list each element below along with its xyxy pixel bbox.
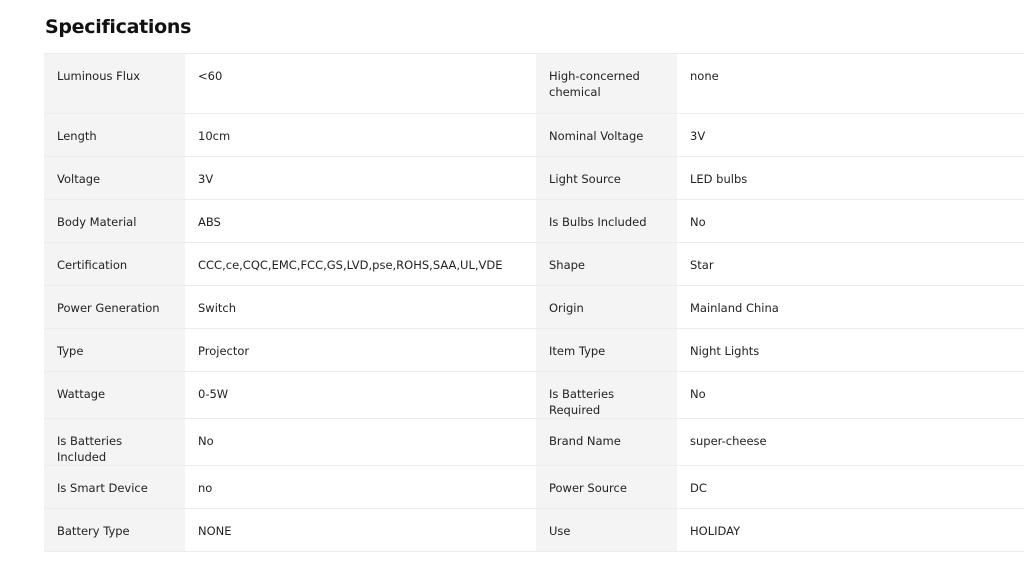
spec-label: Light Source — [536, 156, 677, 200]
spec-label: Use — [536, 508, 677, 552]
specifications-table: Luminous Flux <60 High-concerned chemica… — [44, 53, 1024, 552]
spec-value: no — [185, 465, 536, 509]
table-row: Battery Type NONE Use HOLIDAY — [44, 508, 1024, 552]
spec-value: super-cheese — [677, 418, 1024, 466]
table-row: Body Material ABS Is Bulbs Included No — [44, 199, 1024, 243]
spec-value: none — [677, 53, 1024, 114]
page-title: Specifications — [45, 16, 192, 38]
spec-label: Length — [44, 113, 185, 157]
spec-value: Star — [677, 242, 1024, 286]
spec-value: <60 — [185, 53, 536, 114]
spec-value: Projector — [185, 328, 536, 372]
spec-label: Battery Type — [44, 508, 185, 552]
spec-value: DC — [677, 465, 1024, 509]
spec-label: Origin — [536, 285, 677, 329]
spec-label: Brand Name — [536, 418, 677, 466]
table-row: Power Generation Switch Origin Mainland … — [44, 285, 1024, 329]
spec-label: Certification — [44, 242, 185, 286]
spec-label: Type — [44, 328, 185, 372]
spec-label: Shape — [536, 242, 677, 286]
spec-value: 3V — [677, 113, 1024, 157]
spec-label: Body Material — [44, 199, 185, 243]
specifications-page: Specifications Luminous Flux <60 High-co… — [0, 0, 1024, 567]
spec-value: Switch — [185, 285, 536, 329]
spec-label: Is Bulbs Included — [536, 199, 677, 243]
spec-label: Power Generation — [44, 285, 185, 329]
table-row: Length 10cm Nominal Voltage 3V — [44, 113, 1024, 157]
spec-value: NONE — [185, 508, 536, 552]
table-row: Is Batteries Included No Brand Name supe… — [44, 418, 1024, 466]
table-row: Luminous Flux <60 High-concerned chemica… — [44, 53, 1024, 114]
spec-value: Night Lights — [677, 328, 1024, 372]
spec-value: No — [185, 418, 536, 466]
spec-label: Is Batteries Included — [44, 418, 185, 466]
spec-label: High-concerned chemical — [536, 53, 677, 114]
spec-value: No — [677, 371, 1024, 419]
spec-value: CCC,ce,CQC,EMC,FCC,GS,LVD,pse,ROHS,SAA,U… — [185, 242, 536, 286]
table-row: Type Projector Item Type Night Lights — [44, 328, 1024, 372]
spec-label: Is Batteries Required — [536, 371, 677, 419]
spec-label: Luminous Flux — [44, 53, 185, 114]
spec-label: Power Source — [536, 465, 677, 509]
spec-label: Voltage — [44, 156, 185, 200]
spec-value: 0-5W — [185, 371, 536, 419]
spec-label: Item Type — [536, 328, 677, 372]
spec-value: Mainland China — [677, 285, 1024, 329]
spec-label: Nominal Voltage — [536, 113, 677, 157]
table-row: Is Smart Device no Power Source DC — [44, 465, 1024, 509]
table-row: Certification CCC,ce,CQC,EMC,FCC,GS,LVD,… — [44, 242, 1024, 286]
table-row: Wattage 0-5W Is Batteries Required No — [44, 371, 1024, 419]
spec-value: 3V — [185, 156, 536, 200]
spec-value: LED bulbs — [677, 156, 1024, 200]
spec-label: Wattage — [44, 371, 185, 419]
spec-value: HOLIDAY — [677, 508, 1024, 552]
spec-value: ABS — [185, 199, 536, 243]
spec-value: No — [677, 199, 1024, 243]
table-row: Voltage 3V Light Source LED bulbs — [44, 156, 1024, 200]
spec-label: Is Smart Device — [44, 465, 185, 509]
spec-value: 10cm — [185, 113, 536, 157]
